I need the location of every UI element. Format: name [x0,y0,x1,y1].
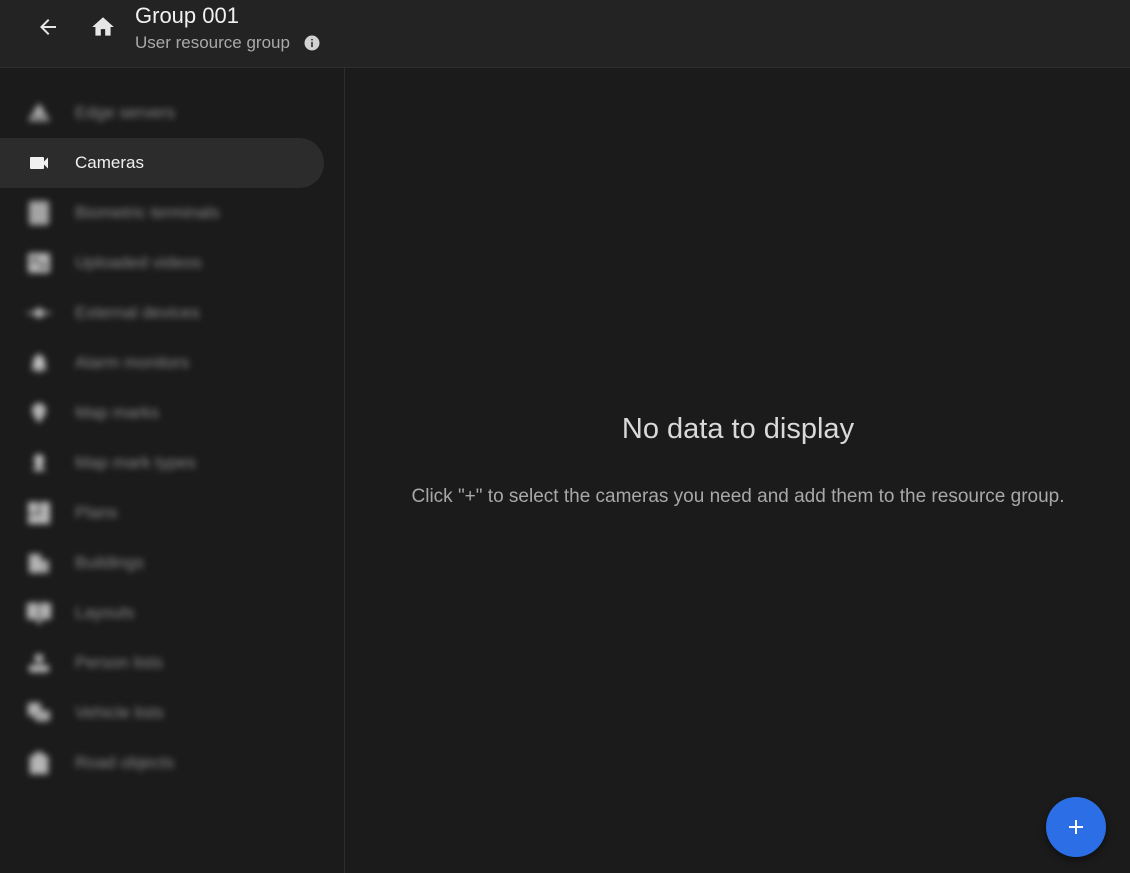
sidebar-item-label: External devices [75,303,200,322]
sidebar-item-uploaded-videos[interactable]: Uploaded videos [0,238,324,288]
video-camera-icon [26,151,52,175]
building-icon [26,551,52,575]
empty-state-title: No data to display [621,413,855,445]
map-pin-type-icon [26,451,52,475]
info-icon[interactable] [303,34,321,52]
empty-state-description: Click "+" to select the cameras you need… [411,486,1065,507]
page-title: Group 001 [135,3,239,28]
home-button[interactable] [83,7,123,47]
sidebar-item-label: Buildings [75,553,144,572]
device-hub-icon [26,301,52,325]
sidebar-item-label: Uploaded videos [75,253,202,272]
server-icon [26,101,52,125]
sidebar-item-label: Plans [75,503,118,522]
layout-icon [26,601,52,625]
arrow-left-icon [40,19,56,35]
sidebar-item-plans[interactable]: Plans [0,488,324,538]
top-app-bar: Group 001 User resource group [0,0,1130,68]
sidebar-item-external-devices[interactable]: External devices [0,288,324,338]
person-list-icon [26,651,52,675]
page-subtitle: User resource group [135,33,290,52]
sidebar-item-label: Cameras [75,153,144,172]
sidebar-item-label: Road objects [75,753,175,772]
sidebar-item-vehicle-lists[interactable]: Vehicle lists [0,688,324,738]
sidebar-item-label: Edge servers [75,103,176,122]
sidebar-item-label: Layouts [75,603,135,622]
vehicle-list-icon [26,701,52,725]
home-icon [92,17,114,36]
map-pin-icon [26,401,52,425]
sidebar-item-label: Biometric terminals [75,203,220,222]
sidebar-item-buildings[interactable]: Buildings [0,538,324,588]
sidebar-nav-list: Edge servers Cameras Biometric terminals… [0,88,345,788]
sidebar-item-edge-servers[interactable]: Edge servers [0,88,324,138]
sidebar-item-biometric-terminals[interactable]: Biometric terminals [0,188,324,238]
terminal-icon [26,201,52,225]
alarm-bell-icon [26,351,52,375]
sidebar-item-road-objects[interactable]: Road objects [0,738,324,788]
sidebar-item-alarm-monitors[interactable]: Alarm monitors [0,338,324,388]
sidebar-item-cameras[interactable]: Cameras [0,138,324,188]
plans-icon [26,501,52,525]
plus-icon [1069,820,1083,834]
sidebar-item-label: Alarm monitors [75,353,190,372]
main-content: No data to display Click "+" to select t… [346,68,1130,873]
add-button[interactable] [1046,797,1106,857]
sidebar-item-label: Person lists [75,653,163,672]
back-button[interactable] [28,7,68,47]
road-object-icon [26,750,52,775]
page-subtitle-row: User resource group [135,32,321,54]
sidebar-item-person-lists[interactable]: Person lists [0,638,324,688]
sidebar: Edge servers Cameras Biometric terminals… [0,68,345,873]
sidebar-item-label: Vehicle lists [75,703,164,722]
app-window: Group 001 User resource group Edge serve… [0,0,1130,873]
sidebar-item-layouts[interactable]: Layouts [0,588,324,638]
sidebar-item-map-mark-types[interactable]: Map mark types [0,438,324,488]
video-library-icon [26,251,52,275]
sidebar-item-label: Map mark types [75,453,196,472]
sidebar-item-map-marks[interactable]: Map marks [0,388,324,438]
sidebar-item-label: Map marks [75,403,160,422]
